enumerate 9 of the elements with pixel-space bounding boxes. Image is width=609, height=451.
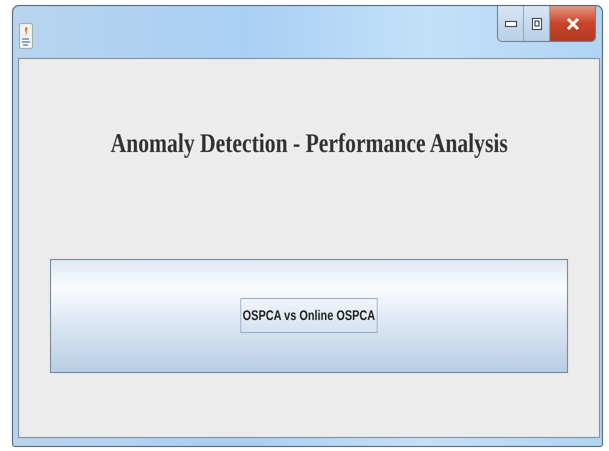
window-heading: Anomaly Detection - Performance Analysis [110, 127, 508, 160]
compare-button[interactable]: OSPCA vs Online OSPCA [50, 258, 568, 372]
app-icon [19, 23, 33, 49]
minimize-button[interactable] [498, 6, 524, 41]
close-button[interactable] [550, 6, 595, 41]
maximize-button[interactable] [524, 6, 550, 41]
close-icon [566, 16, 580, 30]
maximize-icon [532, 18, 542, 30]
minimize-icon [504, 20, 516, 26]
